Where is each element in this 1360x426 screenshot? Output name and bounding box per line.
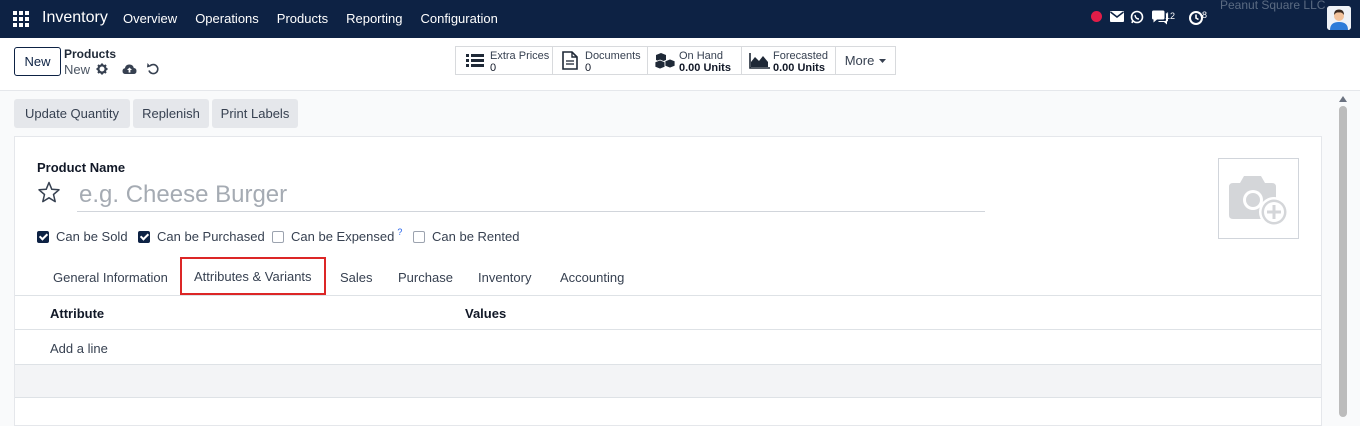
checkbox-unchecked[interactable] (413, 230, 425, 243)
extra-prices-value: 0 (490, 62, 497, 74)
scroll-up-arrow-icon[interactable] (1339, 96, 1347, 102)
product-name-label: Product Name (37, 160, 126, 175)
checkbox-unchecked[interactable] (272, 230, 284, 243)
print-labels-button[interactable]: Print Labels (212, 99, 298, 128)
user-avatar[interactable] (1327, 6, 1351, 30)
product-name-input[interactable] (77, 179, 985, 212)
column-attribute[interactable]: Attribute (50, 306, 104, 321)
column-values[interactable]: Values (465, 306, 506, 321)
table-row (15, 365, 1321, 398)
can-be-expensed-checkbox[interactable]: Can be Expensed ? (272, 227, 402, 244)
gear-icon[interactable] (96, 63, 108, 75)
menu-operations[interactable]: Operations (195, 11, 259, 26)
tab-general-information[interactable]: General Information (53, 259, 168, 296)
documents-button[interactable]: Documents 0 (552, 46, 648, 75)
notebook-tabs: General Information Attributes & Variant… (15, 257, 1321, 296)
whatsapp-icon[interactable] (1130, 10, 1144, 24)
menu-overview[interactable]: Overview (123, 11, 177, 26)
on-hand-label: On Hand (679, 50, 724, 62)
can-be-purchased-label: Can be Purchased (157, 229, 265, 244)
breadcrumb-parent[interactable]: Products (64, 47, 116, 61)
can-be-sold-checkbox[interactable]: Can be Sold (37, 229, 128, 244)
add-line-link[interactable]: Add a line (50, 341, 108, 356)
product-image-upload[interactable] (1218, 158, 1299, 239)
can-be-rented-label: Can be Rented (432, 229, 520, 244)
can-be-rented-checkbox[interactable]: Can be Rented (413, 229, 519, 244)
breadcrumb-current: New (64, 62, 91, 77)
tab-inventory[interactable]: Inventory (478, 259, 531, 296)
status-dot[interactable] (1091, 11, 1102, 22)
can-be-sold-label: Can be Sold (56, 229, 128, 244)
cubes-icon (654, 53, 676, 70)
can-be-purchased-checkbox[interactable]: Can be Purchased (138, 229, 265, 244)
more-dropdown[interactable]: More (835, 46, 896, 75)
documents-label: Documents (585, 50, 641, 62)
cloud-upload-icon[interactable] (122, 63, 137, 75)
replenish-button[interactable]: Replenish (133, 99, 209, 128)
extra-prices-button[interactable]: Extra Prices 0 (455, 46, 553, 75)
on-hand-button[interactable]: On Hand 0.00 Units (647, 46, 742, 75)
can-be-expensed-label: Can be Expensed (291, 229, 395, 244)
page-scrollbar[interactable] (1336, 91, 1350, 417)
camera-plus-icon (1229, 176, 1289, 227)
app-brand[interactable]: Inventory (42, 9, 108, 27)
documents-value: 0 (585, 62, 592, 74)
mail-icon[interactable] (1110, 11, 1124, 22)
messages-badge: 12 (1165, 11, 1176, 21)
help-tooltip-icon[interactable]: ? (397, 227, 402, 237)
forecasted-value: 0.00 Units (773, 62, 825, 74)
form-sheet: Product Name Can be Sold Can be Purchase… (14, 136, 1322, 426)
extra-prices-label: Extra Prices (490, 50, 550, 62)
scroll-thumb[interactable] (1339, 106, 1347, 417)
discard-icon[interactable] (147, 62, 159, 75)
file-icon (562, 51, 578, 70)
attributes-table-header: Attribute Values (15, 296, 1321, 330)
more-label: More (844, 53, 875, 68)
menu-configuration[interactable]: Configuration (420, 11, 497, 26)
checkbox-checked[interactable] (37, 230, 49, 243)
menu-reporting[interactable]: Reporting (346, 11, 402, 26)
top-navbar: Inventory Overview Operations Products R… (0, 0, 1360, 38)
forecasted-label: Forecasted (773, 50, 829, 62)
area-chart-icon (749, 53, 770, 69)
on-hand-value: 0.00 Units (679, 62, 731, 74)
checkbox-checked[interactable] (138, 230, 150, 243)
menu-products[interactable]: Products (277, 11, 328, 26)
update-quantity-button[interactable]: Update Quantity (14, 99, 130, 128)
activity-badge: 8 (1202, 10, 1208, 20)
control-panel: New Products New Extra Prices 0 Document… (0, 38, 1360, 91)
favorite-star-icon[interactable] (37, 181, 61, 204)
tab-sales[interactable]: Sales (340, 259, 373, 296)
tab-accounting[interactable]: Accounting (560, 259, 624, 296)
main-menu: Overview Operations Products Reporting C… (123, 11, 516, 26)
list-icon (466, 54, 484, 67)
new-button[interactable]: New (14, 47, 61, 76)
caret-down-icon (879, 58, 887, 63)
tab-purchase[interactable]: Purchase (398, 259, 453, 296)
company-name: Peanut Square LLC (1220, 0, 1326, 12)
tab-attributes-variants[interactable]: Attributes & Variants (180, 257, 326, 295)
forecasted-button[interactable]: Forecasted 0.00 Units (741, 46, 836, 75)
apps-grid-icon[interactable] (13, 11, 29, 27)
